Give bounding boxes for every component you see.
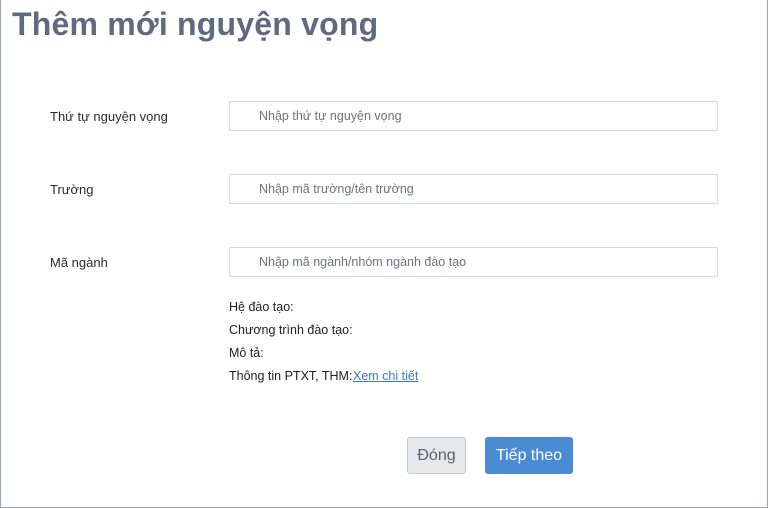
page-title: Thêm mới nguyện vọng <box>12 6 379 42</box>
major-label: Mã ngành <box>50 255 108 270</box>
ptxt-info-label: Thông tin PTXT, THM: <box>229 369 353 383</box>
next-button[interactable]: Tiếp theo <box>485 437 573 474</box>
school-input[interactable] <box>229 174 718 204</box>
order-input[interactable] <box>229 101 718 131</box>
school-label: Trường <box>50 182 94 197</box>
order-label: Thứ tự nguyện vọng <box>50 109 168 124</box>
major-input[interactable] <box>229 247 718 277</box>
close-button[interactable]: Đóng <box>407 437 466 474</box>
description-label: Mô tả: <box>229 346 264 360</box>
program-label: Chương trình đào tạo: <box>229 323 353 337</box>
training-system-label: Hệ đào tạo: <box>229 300 294 314</box>
view-details-link[interactable]: Xem chi tiết <box>353 369 418 383</box>
